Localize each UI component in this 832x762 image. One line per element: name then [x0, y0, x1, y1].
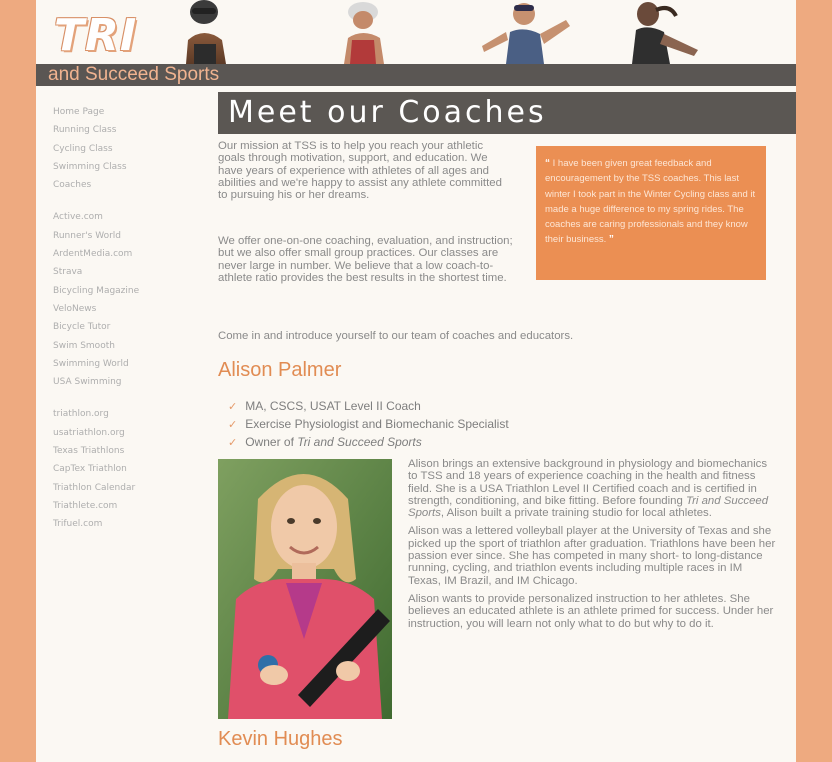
runner-figure	[482, 3, 570, 64]
coach-photo	[218, 459, 392, 719]
bio-paragraph: Alison wants to provide personalized ins…	[408, 592, 774, 630]
bio-paragraph: Alison was a lettered volleyball player …	[408, 525, 776, 587]
nav-link[interactable]: triathlon.org	[53, 405, 203, 423]
check-icon: ✓	[228, 437, 238, 449]
coach-bio: Alison brings an extensive background in…	[408, 458, 778, 636]
site-logo[interactable]: TRI	[54, 10, 137, 61]
intro-paragraph: We offer one-on-one coaching, evaluation…	[218, 235, 513, 284]
credential-item: ✓ MA, CSCS, USAT Level II Coach	[228, 399, 421, 413]
nav-link[interactable]: Home Page	[53, 103, 203, 121]
nav-link[interactable]: Running Class	[53, 121, 203, 139]
credentials-list: ✓ MA, CSCS, USAT Level II Coach ✓ Exercise…	[228, 398, 509, 452]
open-quote-mark: “	[545, 158, 550, 169]
coach-name: Kevin Hughes	[218, 728, 343, 750]
tagline-bar: and Succeed Sports	[36, 64, 796, 86]
testimonial-quote: “ I have been given great feedback and e…	[536, 146, 766, 280]
athlete-banner-image	[186, 0, 698, 64]
nav-link[interactable]: Coaches	[53, 176, 203, 194]
credential-item: ✓ Exercise Physiologist and Biomechanic S…	[228, 417, 509, 431]
swimmer-figure	[186, 0, 226, 64]
check-icon: ✓	[228, 401, 238, 413]
sidebar-nav: Home Page Running Class Cycling Class Sw…	[53, 103, 203, 548]
nav-group-triathlon: triathlon.org usatriathlon.org Texas Tri…	[53, 405, 203, 533]
intro-paragraph: Come in and introduce yourself to our te…	[218, 330, 574, 342]
testimonial-text: I have been given great feedback and enc…	[545, 158, 756, 246]
nav-link[interactable]: Bicycling Magazine	[53, 282, 203, 300]
nav-link[interactable]: Swimming World	[53, 355, 203, 373]
female-runner-figure	[632, 2, 698, 64]
nav-link[interactable]: Swim Smooth	[53, 337, 203, 355]
coach-name: Alison Palmer	[218, 359, 342, 381]
nav-link[interactable]: VeloNews	[53, 300, 203, 318]
nav-link[interactable]: usatriathlon.org	[53, 424, 203, 442]
check-icon: ✓	[228, 419, 238, 431]
site-tagline: and Succeed Sports	[48, 64, 220, 85]
bio-paragraph: Alison brings an extensive background in…	[408, 458, 769, 520]
business-name: Tri and Succeed Sports	[297, 435, 422, 449]
nav-link[interactable]: Active.com	[53, 208, 203, 226]
nav-group-main: Home Page Running Class Cycling Class Sw…	[53, 103, 203, 194]
nav-link[interactable]: Strava	[53, 263, 203, 281]
nav-link[interactable]: Bicycle Tutor	[53, 318, 203, 336]
main-content: Meet our Coaches Our mission at TSS is t…	[218, 92, 796, 750]
nav-link[interactable]: Texas Triathlons	[53, 442, 203, 460]
nav-link[interactable]: Runner's World	[53, 227, 203, 245]
intro-paragraph: Our mission at TSS is to help you reach …	[218, 140, 502, 202]
nav-link[interactable]: Triathlete.com	[53, 497, 203, 515]
nav-group-resources: Active.com Runner's World ArdentMedia.co…	[53, 208, 203, 391]
nav-link[interactable]: Trifuel.com	[53, 515, 203, 533]
nav-link[interactable]: USA Swimming	[53, 373, 203, 391]
nav-link[interactable]: Cycling Class	[53, 140, 203, 158]
nav-link[interactable]: Swimming Class	[53, 158, 203, 176]
page-container: TRI and Succeed Sports Home Page Running…	[36, 0, 796, 762]
cyclist-figure	[344, 2, 384, 64]
page-title: Meet our Coaches	[218, 92, 796, 134]
close-quote-mark: ”	[608, 234, 614, 246]
nav-link[interactable]: CapTex Triathlon	[53, 460, 203, 478]
site-header: TRI and Succeed Sports	[36, 0, 796, 86]
nav-link[interactable]: Triathlon Calendar	[53, 479, 203, 497]
credential-item: ✓ Owner of Tri and Succeed Sports	[228, 435, 422, 449]
nav-link[interactable]: ArdentMedia.com	[53, 245, 203, 263]
